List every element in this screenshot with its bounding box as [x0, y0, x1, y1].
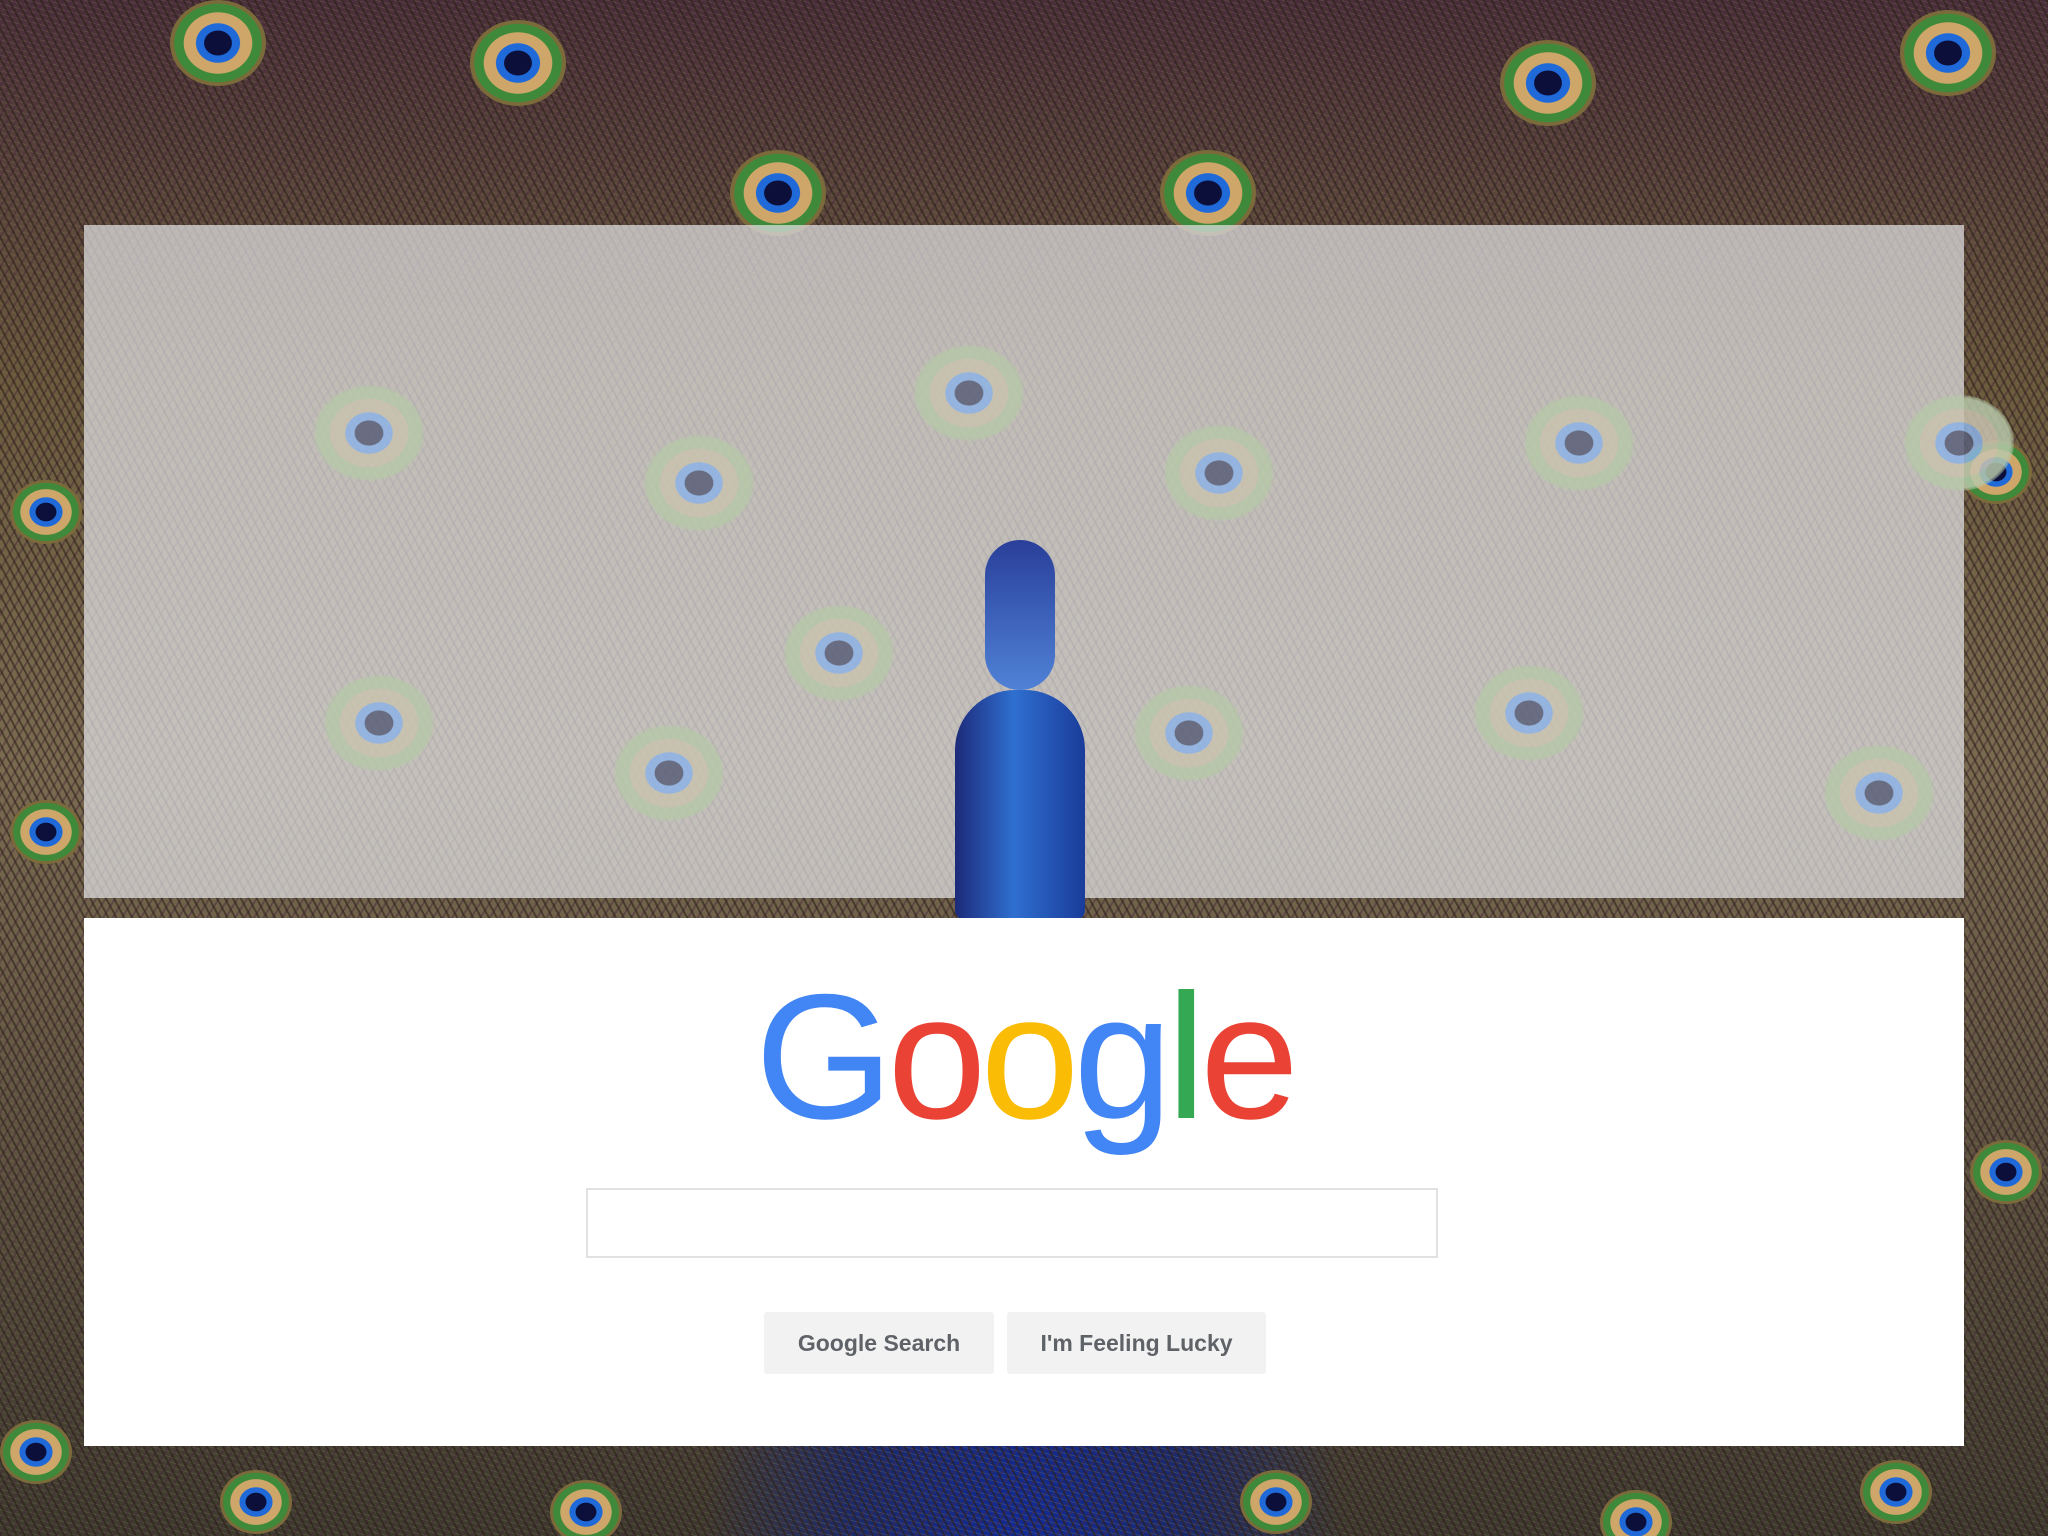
feather-eye [550, 1480, 622, 1536]
feather-eye [1860, 1460, 1932, 1524]
feeling-lucky-button[interactable]: I'm Feeling Lucky [1007, 1312, 1266, 1374]
search-input[interactable] [586, 1188, 1438, 1258]
feather-eye [324, 675, 434, 771]
feather-eye [614, 725, 724, 821]
feather-eye [1164, 425, 1274, 521]
feather-eye [730, 150, 826, 236]
feather-eye [314, 385, 424, 481]
logo-letter: o [980, 957, 1079, 1156]
feather-eye [1900, 10, 1996, 96]
logo-letter: o [887, 957, 986, 1156]
feather-eye [1524, 395, 1634, 491]
feather-eye [1824, 745, 1934, 841]
logo-letter: l [1166, 957, 1205, 1156]
feather-eye [0, 1420, 72, 1484]
feather-eye [1600, 1490, 1672, 1536]
feather-eye [914, 345, 1024, 441]
feather-eye [470, 20, 566, 106]
feather-eye [784, 605, 894, 701]
feather-eye [170, 0, 266, 86]
logo-letter: e [1200, 957, 1299, 1156]
google-logo: Google [84, 968, 1964, 1146]
logo-letter: G [754, 957, 893, 1156]
feather-eye [1160, 150, 1256, 236]
google-search-button[interactable]: Google Search [764, 1312, 994, 1374]
feather-eye [1474, 665, 1584, 761]
peacock-head [985, 540, 1055, 690]
feather-eye [10, 800, 82, 864]
feather-eye [1240, 1470, 1312, 1534]
feather-eye [1134, 685, 1244, 781]
feather-eye [10, 480, 82, 544]
feather-eye [644, 435, 754, 531]
feather-eye [220, 1470, 292, 1534]
search-card: Google Google Search I'm Feeling Lucky [84, 918, 1964, 1446]
logo-letter: g [1073, 957, 1172, 1156]
peacock-neck [955, 690, 1085, 920]
feather-eye [1904, 395, 2014, 491]
feather-eye [1500, 40, 1596, 126]
feather-eye [1970, 1140, 2042, 1204]
